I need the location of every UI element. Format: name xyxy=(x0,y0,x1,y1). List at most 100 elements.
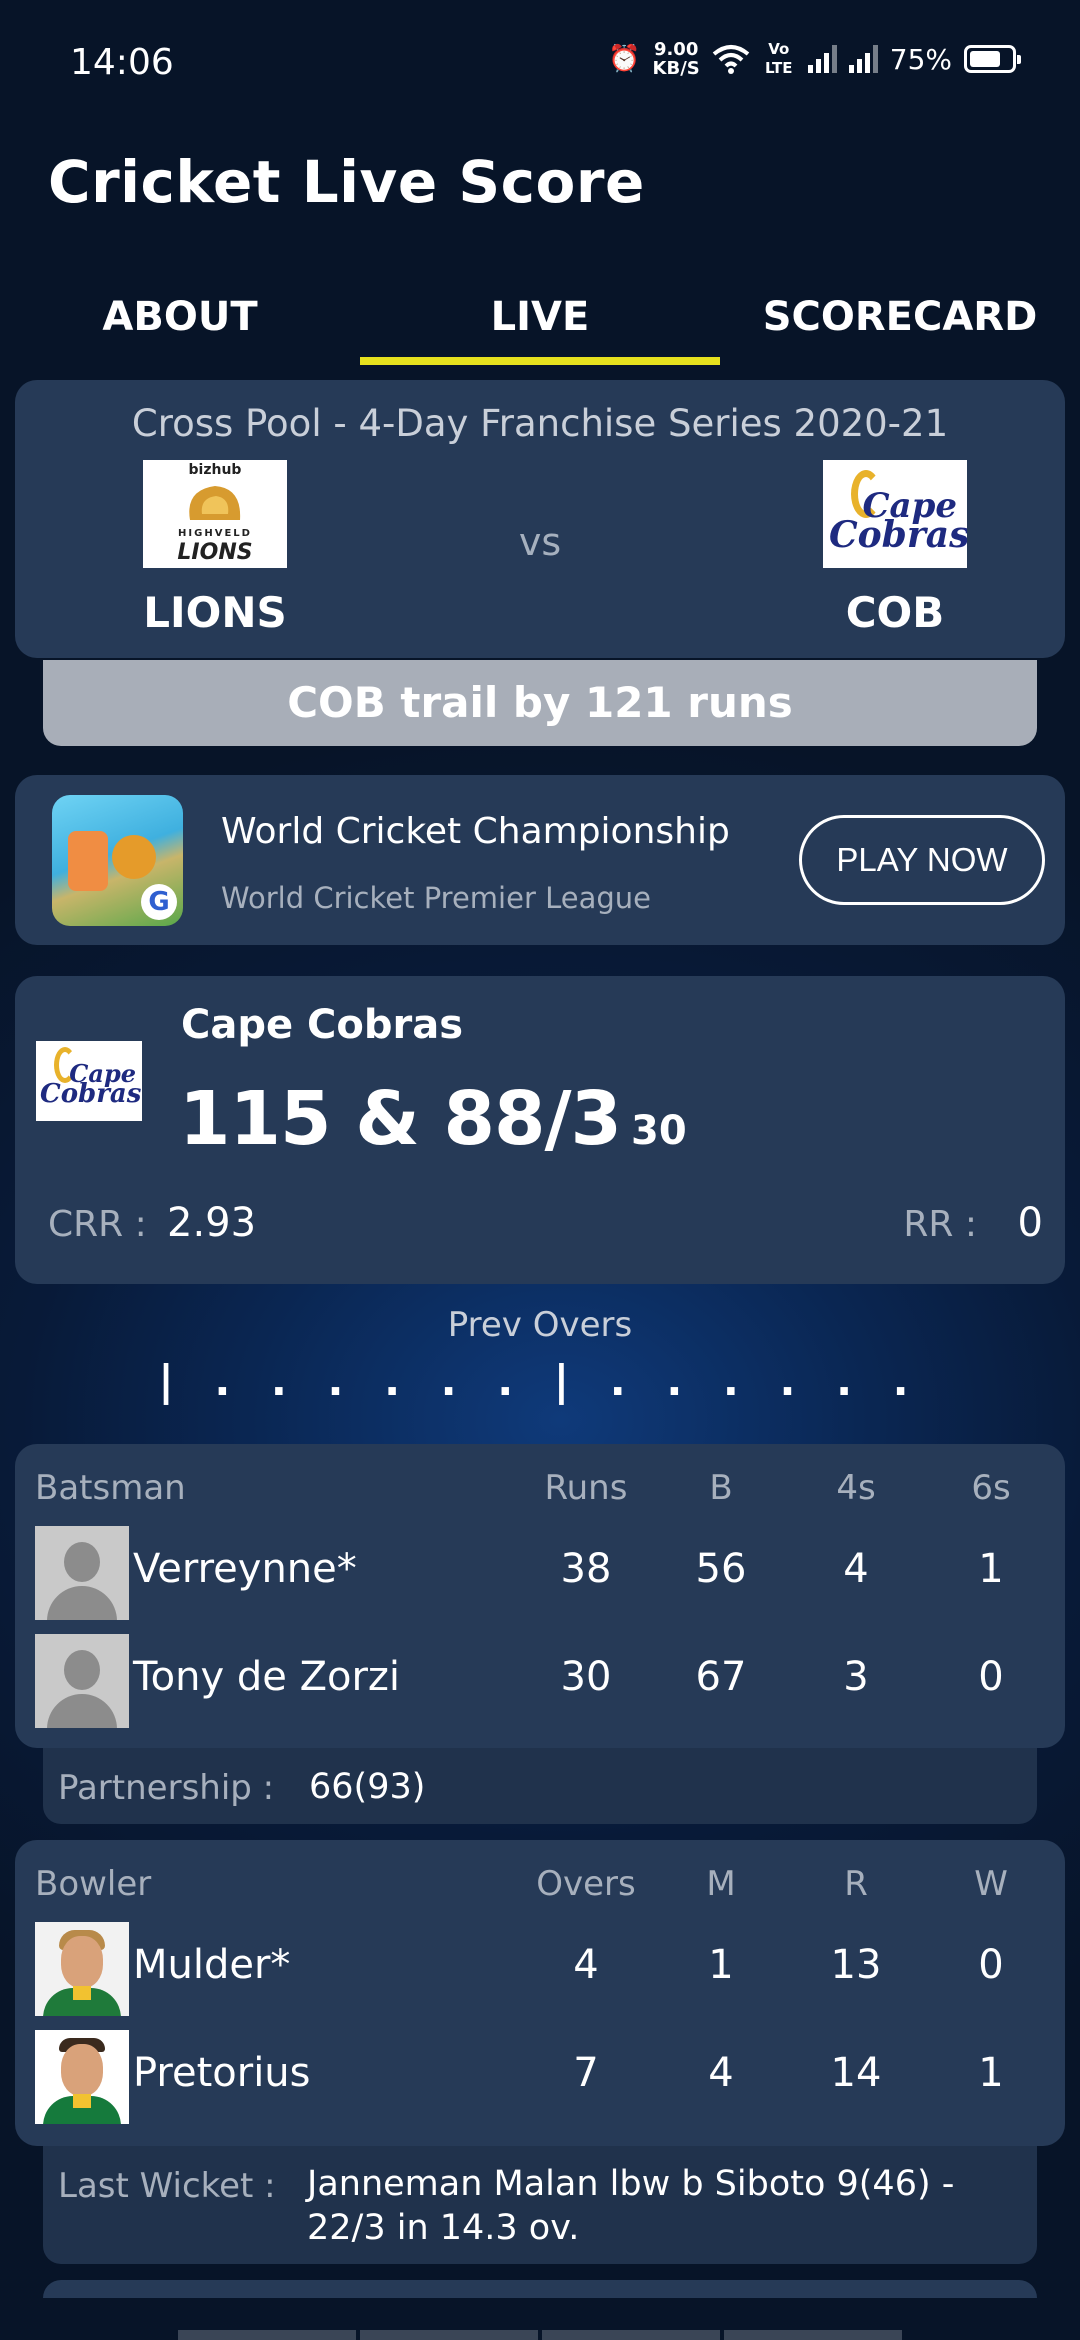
bowler-photo xyxy=(35,2030,129,2124)
header-overs: Overs xyxy=(536,1864,636,1904)
signal-icon xyxy=(807,45,837,73)
partnership-label: Partnership : xyxy=(58,1768,275,1808)
battery-percent: 75% xyxy=(889,42,952,76)
bowling-header: Bowler Overs M R W xyxy=(15,1864,1065,1908)
tab-bar: ABOUT LIVE SCORECARD xyxy=(0,280,1080,365)
bowler-photo xyxy=(35,1922,129,2016)
bowler-wickets: 1 xyxy=(978,2050,1004,2096)
partnership-value: 66(93) xyxy=(309,1767,426,1807)
last-wicket-line2: 22/3 in 14.3 ov. xyxy=(307,2208,580,2248)
batsman-balls: 67 xyxy=(695,1654,747,1700)
team1-name: LIONS xyxy=(143,588,287,637)
bowler-maidens: 4 xyxy=(708,2050,734,2096)
tab-about[interactable]: ABOUT xyxy=(0,280,360,365)
partnership-bar: Partnership : 66(93) xyxy=(43,1748,1037,1824)
alarm-icon: ⏰ xyxy=(608,44,641,74)
prev-overs-balls: | . . . . . . | . . . . . . xyxy=(158,1356,922,1405)
header-wickets: W xyxy=(974,1864,1008,1904)
volte-icon: Vo LTE xyxy=(764,40,793,77)
net-speed-value: 9.00 xyxy=(653,39,699,60)
bowler-row[interactable]: Mulder* 4 1 13 0 xyxy=(15,1922,1065,2016)
crr-value: 2.93 xyxy=(167,1200,257,1246)
batting-card: Batsman Runs B 4s 6s Verreynne* 38 56 4 … xyxy=(15,1444,1065,1748)
ad-subtitle: World Cricket Premier League xyxy=(221,881,651,915)
play-now-button[interactable]: PLAY NOW xyxy=(799,815,1045,905)
header-batsman: Batsman xyxy=(35,1468,186,1508)
tab-scorecard[interactable]: SCORECARD xyxy=(720,280,1080,365)
score-overs: 30 xyxy=(631,1108,687,1154)
bowler-runs: 14 xyxy=(830,2050,882,2096)
last-wicket-label: Last Wicket : xyxy=(58,2166,276,2206)
batsman-fours: 3 xyxy=(843,1654,869,1700)
batsman-name: Verreynne* xyxy=(133,1546,357,1592)
bowler-runs: 13 xyxy=(830,1942,882,1988)
app-title: Cricket Live Score xyxy=(48,148,645,216)
lions-logo-sponsor: bizhub xyxy=(188,462,242,478)
bowler-maidens: 1 xyxy=(708,1942,734,1988)
batting-team-logo: Cape Cobras xyxy=(36,1041,142,1121)
signal-icon xyxy=(848,45,878,73)
battery-icon xyxy=(964,45,1021,73)
header-bowler: Bowler xyxy=(35,1864,152,1904)
batsman-balls: 56 xyxy=(695,1546,747,1592)
bowler-name: Mulder* xyxy=(133,1942,291,1988)
match-header-card[interactable]: Cross Pool - 4-Day Franchise Series 2020… xyxy=(15,380,1065,658)
system-nav-bar xyxy=(178,2330,902,2340)
tab-live[interactable]: LIVE xyxy=(360,280,720,365)
rr-label: RR : xyxy=(903,1204,977,1245)
player-placeholder-avatar xyxy=(35,1634,129,1728)
header-sixes: 6s xyxy=(971,1468,1011,1508)
ad-title: World Cricket Championship xyxy=(221,811,730,852)
rr-value: 0 xyxy=(1017,1200,1043,1246)
cape-cobras-logo: Cape Cobras xyxy=(823,460,967,568)
ad-card[interactable]: G World Cricket Championship World Crick… xyxy=(15,775,1065,945)
net-speed-unit: KB/S xyxy=(652,58,700,79)
batsman-name: Tony de Zorzi xyxy=(133,1654,400,1700)
game-badge-icon: G xyxy=(141,884,177,920)
match-status-bar: COB trail by 121 runs xyxy=(43,660,1037,746)
next-card-edge xyxy=(43,2280,1037,2298)
header-maidens: M xyxy=(706,1864,736,1904)
score-runs: 115 & 88/3 xyxy=(179,1076,622,1162)
bowler-overs: 7 xyxy=(573,2050,599,2096)
header-balls: B xyxy=(709,1468,733,1508)
team2: Cape Cobras COB xyxy=(795,460,995,637)
batsman-fours: 4 xyxy=(843,1546,869,1592)
bowler-overs: 4 xyxy=(573,1942,599,1988)
battery-fill xyxy=(970,51,1000,67)
status-icons: ⏰ 9.00 KB/S Vo LTE 75% xyxy=(608,40,1021,78)
score-card: Cape Cobras Cape Cobras 115 & 88/3 30 CRR… xyxy=(15,976,1065,1284)
bowler-name: Pretorius xyxy=(133,2050,311,2096)
bowling-card: Bowler Overs M R W Mulder* 4 1 13 0 Pret… xyxy=(15,1840,1065,2146)
batting-team-name: Cape Cobras xyxy=(181,1002,464,1048)
batsman-runs: 30 xyxy=(560,1654,612,1700)
prev-overs-title: Prev Overs xyxy=(447,1305,633,1345)
last-wicket-line1: Janneman Malan lbw b Siboto 9(46) - xyxy=(307,2164,955,2204)
crr-label: CRR : xyxy=(48,1204,147,1245)
batting-header: Batsman Runs B 4s 6s xyxy=(15,1468,1065,1512)
batsman-sixes: 0 xyxy=(978,1654,1004,1700)
bowler-row[interactable]: Pretorius 7 4 14 1 xyxy=(15,2030,1065,2124)
status-bar: 14:06 ⏰ 9.00 KB/S Vo LTE 75% xyxy=(0,0,1080,130)
team2-name: COB xyxy=(845,588,945,637)
last-wicket-bar: Last Wicket : Janneman Malan lbw b Sibot… xyxy=(43,2146,1037,2264)
score-logo-line2: Cobras xyxy=(40,1079,142,1109)
net-speed: 9.00 KB/S xyxy=(653,40,700,78)
wifi-icon xyxy=(712,45,750,74)
game-app-icon[interactable]: G xyxy=(52,795,183,926)
batsman-runs: 38 xyxy=(560,1546,612,1592)
batsman-row[interactable]: Tony de Zorzi 30 67 3 0 xyxy=(15,1634,1065,1728)
header-fours: 4s xyxy=(836,1468,876,1508)
cobras-logo-line2: Cobras xyxy=(829,514,967,556)
header-runs-conceded: R xyxy=(844,1864,868,1904)
header-runs: Runs xyxy=(544,1468,628,1508)
status-time: 14:06 xyxy=(70,42,174,83)
player-placeholder-avatar xyxy=(35,1526,129,1620)
bowler-wickets: 0 xyxy=(978,1942,1004,1988)
game-character xyxy=(68,831,108,891)
cricket-ball xyxy=(112,835,156,879)
series-title: Cross Pool - 4-Day Franchise Series 2020… xyxy=(131,402,949,445)
batsman-row[interactable]: Verreynne* 38 56 4 1 xyxy=(15,1526,1065,1620)
score-total: 115 & 88/3 30 xyxy=(179,1076,687,1162)
batsman-sixes: 1 xyxy=(978,1546,1004,1592)
